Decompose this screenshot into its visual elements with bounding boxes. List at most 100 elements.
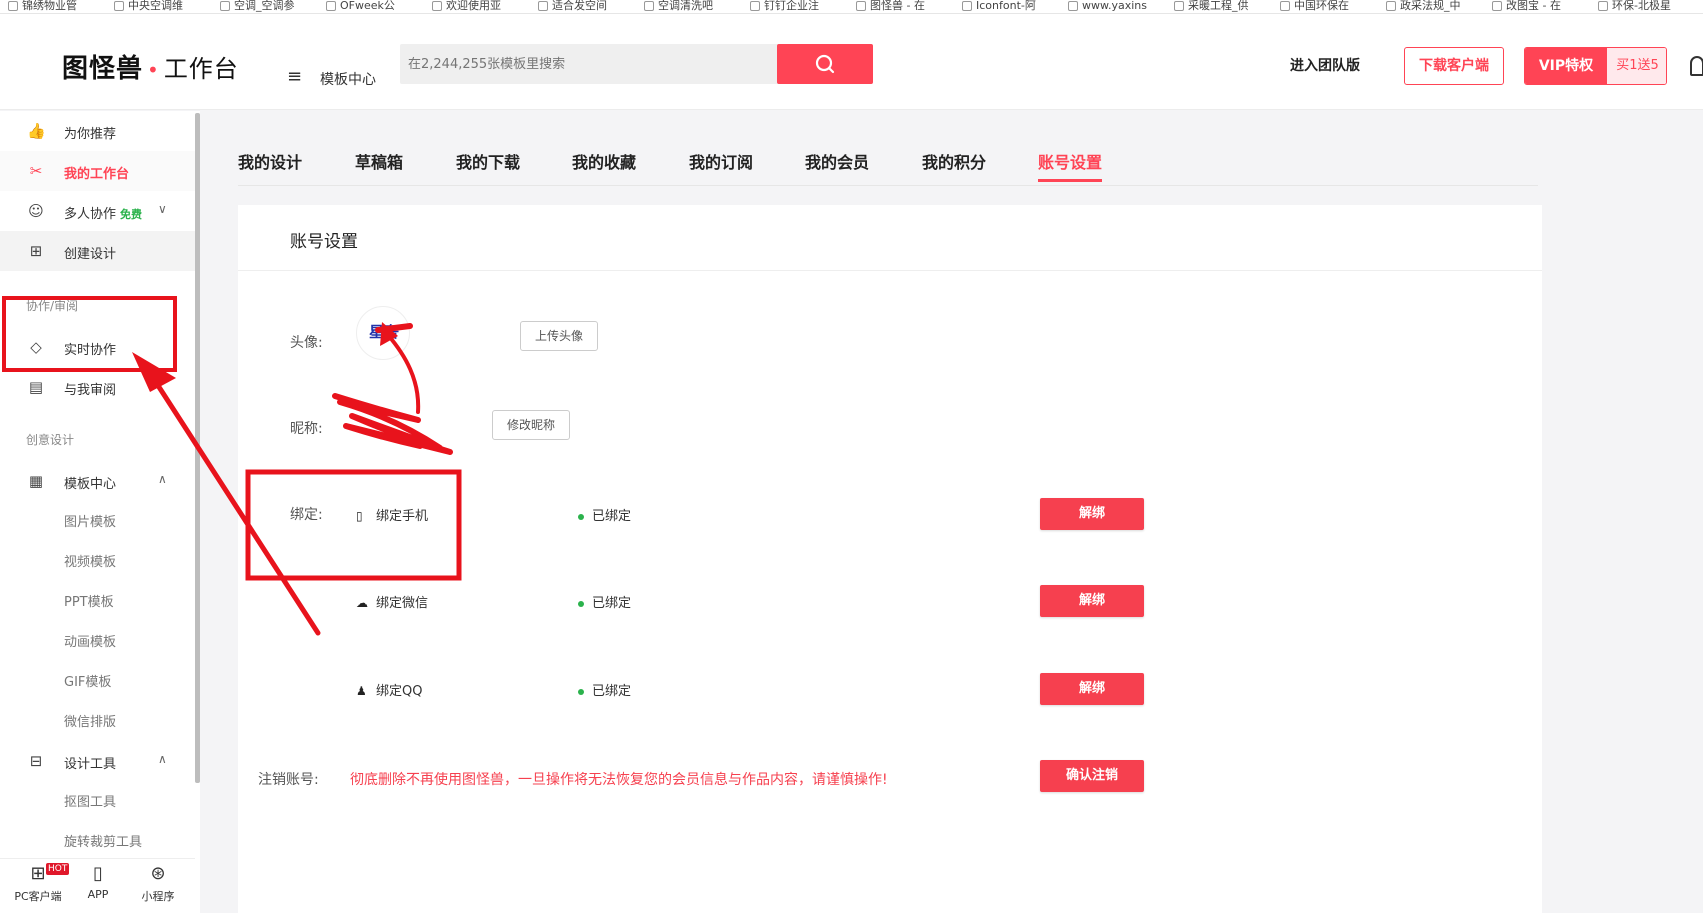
bookmark-item[interactable]: 适合发空间 — [538, 0, 630, 12]
tool-sub-cutout[interactable]: 抠图工具 — [64, 791, 116, 810]
bookmark-item[interactable]: 欢迎使用亚 — [432, 0, 524, 12]
logo[interactable]: 图怪兽 • 工作台 — [62, 48, 239, 85]
vip-button[interactable]: VIP特权 买1送5 — [1524, 47, 1667, 85]
template-center-link[interactable]: 模板中心 — [320, 69, 376, 89]
sidebar-item-review[interactable]: ▤ 与我审阅 — [0, 367, 195, 407]
sidebar-item-label: 设计工具 — [64, 757, 117, 772]
bookmark-label: www.yaxins — [1082, 0, 1147, 12]
bookmark-icon — [1280, 1, 1290, 11]
top-header: 图怪兽•工作台 ≡ 模板中心 进入团队版 下载客户端 VIP特权 买1送5 — [0, 14, 1703, 110]
tab-subscriptions[interactable]: 我的订阅 — [689, 149, 753, 173]
cancel-account-label: 注销账号: — [258, 772, 319, 788]
account-tabs: 我的设计 草稿箱 我的下载 我的收藏 我的订阅 我的会员 我的积分 账号设置 — [238, 140, 1538, 186]
bookmark-item[interactable]: 改图宝 - 在 — [1492, 0, 1584, 12]
tab-favorites[interactable]: 我的收藏 — [572, 149, 636, 173]
mini-program-icon: ⊛ — [150, 863, 166, 884]
tab-account-settings[interactable]: 账号设置 — [1038, 149, 1103, 182]
change-nickname-button[interactable]: 修改昵称 — [492, 410, 570, 440]
page-title: 账号设置 — [290, 232, 358, 252]
bookmark-item[interactable]: www.yaxins — [1068, 0, 1160, 12]
sidebar-item-create[interactable]: ⊞ 创建设计 — [0, 231, 195, 271]
bookmark-icon — [114, 1, 124, 11]
menu-icon[interactable]: ≡ — [287, 66, 302, 87]
bookmark-icon — [644, 1, 654, 11]
bind-name: 绑定QQ — [376, 684, 423, 699]
app-mini-program[interactable]: ⊛ 小程序 — [128, 863, 188, 904]
app-mobile[interactable]: ▯ APP — [68, 863, 128, 901]
bookmark-label: 钉钉企业注 — [764, 0, 819, 12]
bookmark-item[interactable]: OFweek公 — [326, 0, 418, 12]
team-version-link[interactable]: 进入团队版 — [1290, 55, 1360, 75]
bookmark-label: 欢迎使用亚 — [446, 0, 501, 12]
bookmark-item[interactable]: 锦绣物业管 — [8, 0, 100, 12]
status-dot — [578, 688, 584, 695]
sidebar-scrollbar[interactable] — [195, 113, 200, 783]
sidebar-item-label: 创建设计 — [64, 247, 117, 262]
bookmark-item[interactable]: 空调清洗吧 — [644, 0, 736, 12]
handshake-icon: ◇ — [30, 338, 42, 356]
bookmark-item[interactable]: 采暖工程_供 — [1174, 0, 1266, 12]
search-icon — [815, 54, 835, 74]
sidebar-item-realtime-collab[interactable]: ◇ 实时协作 — [0, 327, 195, 367]
bookmark-item[interactable]: 环保-北极星 — [1598, 0, 1690, 12]
template-sub-wechat[interactable]: 微信排版 — [64, 711, 116, 730]
unbind-qq-button[interactable]: 解绑 — [1040, 673, 1144, 705]
team-icon: ☺ — [28, 202, 44, 220]
sidebar-item-workbench[interactable]: ✂ 我的工作台 — [0, 151, 195, 191]
tab-points[interactable]: 我的积分 — [922, 149, 986, 173]
unbind-wechat-button[interactable]: 解绑 — [1040, 585, 1144, 617]
tab-membership[interactable]: 我的会员 — [805, 149, 869, 173]
sidebar-item-label: 多人协作 免费 — [64, 203, 142, 222]
template-sub-ppt[interactable]: PPT模板 — [64, 591, 114, 610]
template-sub-image[interactable]: 图片模板 — [64, 511, 116, 530]
bookmark-icon — [326, 1, 336, 11]
divider — [238, 270, 1542, 271]
bookmark-label: 采暖工程_供 — [1188, 0, 1249, 12]
avatar-text: 星奢 — [369, 323, 400, 341]
bookmark-label: 空调_空调参 — [234, 0, 295, 12]
confirm-cancel-button[interactable]: 确认注销 — [1040, 760, 1144, 792]
bookmark-item[interactable]: 中国环保在 — [1280, 0, 1372, 12]
bookmark-item[interactable]: Iconfont-阿 — [962, 0, 1054, 12]
bookmark-icon — [1068, 1, 1078, 11]
tool-sub-rotate-crop[interactable]: 旋转裁剪工具 — [64, 831, 142, 850]
cancel-warning: 彻底删除不再使用图怪兽，一旦操作将无法恢复您的会员信息与作品内容，请谨慎操作! — [350, 772, 888, 788]
template-sub-gif[interactable]: GIF模板 — [64, 671, 111, 690]
avatar: 星奢 — [356, 306, 410, 360]
tab-my-designs[interactable]: 我的设计 — [238, 149, 302, 173]
sidebar-item-label: 为你推荐 — [64, 127, 117, 142]
bookmark-item[interactable]: 空调_空调参 — [220, 0, 312, 12]
app-pc-client[interactable]: ⊞ HOT PC客户端 — [8, 863, 70, 904]
bookmark-item[interactable]: 中央空调维 — [114, 0, 206, 12]
bookmark-item[interactable]: 钉钉企业注 — [750, 0, 842, 12]
bind-name: 绑定微信 — [376, 596, 429, 611]
status-dot — [578, 513, 584, 520]
search-input[interactable] — [400, 44, 776, 84]
bookmark-icon — [8, 1, 18, 11]
sidebar-item-collab[interactable]: ☺ 多人协作 免费 ∨ — [0, 191, 195, 231]
template-sub-animation[interactable]: 动画模板 — [64, 631, 116, 650]
upload-avatar-button[interactable]: 上传头像 — [520, 321, 598, 351]
sidebar-item-recommend[interactable]: 👍 为你推荐 — [0, 111, 195, 151]
bookmark-item[interactable]: 图怪兽 - 在 — [856, 0, 948, 12]
template-sub-video[interactable]: 视频模板 — [64, 551, 116, 570]
phone-icon: ▯ — [356, 509, 363, 523]
sidebar: 👍 为你推荐 ✂ 我的工作台 ☺ 多人协作 免费 ∨ ⊞ 创建设计 协作/审阅 ◇… — [0, 111, 200, 913]
group-collab-review: 协作/审阅 — [26, 299, 79, 313]
bookmarks-bar: 锦绣物业管 中央空调维 空调_空调参 OFweek公 欢迎使用亚 适合发空间 空调清洗吧 钉钉… — [0, 0, 1703, 14]
download-client-button[interactable]: 下载客户端 — [1404, 47, 1504, 85]
bookmark-label: 中国环保在 — [1294, 0, 1349, 12]
bell-icon[interactable] — [1690, 56, 1703, 76]
search-button[interactable] — [777, 44, 873, 84]
tab-drafts[interactable]: 草稿箱 — [355, 149, 403, 173]
status-badge: 已绑定 — [578, 680, 631, 699]
status-badge: 已绑定 — [578, 505, 631, 524]
sidebar-item-design-tools[interactable]: ⊟ 设计工具 ∧ — [0, 741, 195, 781]
sidebar-item-template-center[interactable]: ▦ 模板中心 ∧ — [0, 461, 195, 501]
bookmark-icon — [1386, 1, 1396, 11]
bookmark-item[interactable]: 政采法规_中 — [1386, 0, 1478, 12]
thumbs-up-icon: 👍 — [27, 122, 46, 140]
hot-badge: HOT — [46, 863, 70, 875]
tab-downloads[interactable]: 我的下载 — [456, 149, 520, 173]
unbind-phone-button[interactable]: 解绑 — [1040, 498, 1144, 530]
